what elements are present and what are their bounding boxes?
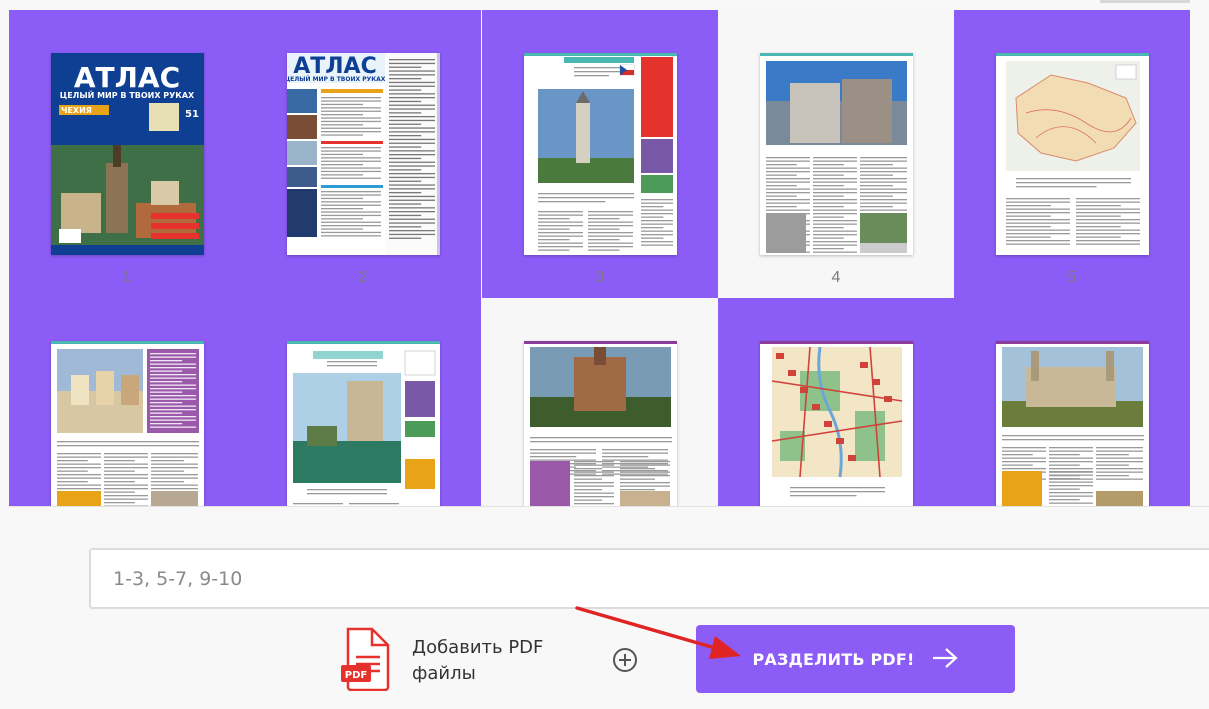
arrow-right-icon bbox=[931, 647, 959, 672]
pdf-badge-text: PDF bbox=[345, 670, 367, 681]
plus-circle-icon[interactable] bbox=[612, 647, 638, 677]
page-number-label: 4 bbox=[831, 269, 841, 286]
split-pdf-label: РАЗДЕЛИТЬ PDF! bbox=[752, 649, 915, 669]
page-preview-image bbox=[760, 53, 913, 255]
page-preview-image bbox=[996, 53, 1149, 255]
left-edge bbox=[0, 0, 9, 709]
page-thumbnail-10[interactable]: 10 bbox=[954, 298, 1190, 506]
split-pdf-button[interactable]: РАЗДЕЛИТЬ PDF! bbox=[696, 625, 1015, 693]
page-preview-image bbox=[996, 341, 1149, 506]
page-thumbnail-8[interactable]: 8 bbox=[482, 298, 718, 506]
page-preview-image: АТЛАС ЦЕЛЫЙ МИР В ТВОИХ РУКАХ ЧЕХИЯ 51 bbox=[51, 53, 204, 255]
page-thumbnail-6[interactable]: 6 bbox=[9, 298, 245, 506]
page-thumbnail-7[interactable]: 7 bbox=[245, 298, 481, 506]
page-number-label: 1 bbox=[122, 269, 132, 286]
page-preview-image bbox=[760, 341, 913, 506]
page-thumbnail-9[interactable]: 9 bbox=[718, 298, 954, 506]
page-preview-image bbox=[287, 341, 440, 506]
page-thumbnail-grid: АТЛАС ЦЕЛЫЙ МИР В ТВОИХ РУКАХ ЧЕХИЯ 51 1 АТЛА… bbox=[9, 10, 1190, 506]
split-pdf-page: { "pages": [ {"number": "1", "selected":… bbox=[0, 0, 1209, 709]
page-preview-image bbox=[51, 341, 204, 506]
page-number-label: 2 bbox=[358, 269, 368, 286]
add-pdf-label: Добавить PDF файлы bbox=[412, 637, 544, 684]
page-preview-image bbox=[524, 53, 677, 255]
svg-text:ЦЕЛЫЙ МИР В ТВОИХ РУКАХ: ЦЕЛЫЙ МИР В ТВОИХ РУКАХ bbox=[287, 75, 386, 83]
page-number-label: 3 bbox=[595, 269, 605, 286]
page-number-label: 5 bbox=[1067, 269, 1077, 286]
add-pdf-files-button[interactable]: PDF Добавить PDF файлы bbox=[340, 627, 562, 695]
cover-title: АТЛАС bbox=[74, 61, 180, 94]
page-thumbnail-2[interactable]: АТЛАС ЦЕЛЫЙ МИР В ТВОИХ РУКАХ 2 bbox=[245, 10, 481, 298]
page-thumbnail-1[interactable]: АТЛАС ЦЕЛЫЙ МИР В ТВОИХ РУКАХ ЧЕХИЯ 51 1 bbox=[9, 10, 245, 298]
top-scroll-fragment bbox=[1100, 0, 1190, 3]
page-range-input[interactable] bbox=[89, 548, 1209, 609]
cover-subtitle: ЦЕЛЫЙ МИР В ТВОИХ РУКАХ bbox=[60, 89, 195, 100]
cover-country: ЧЕХИЯ bbox=[61, 106, 92, 115]
pdf-file-icon: PDF bbox=[340, 627, 392, 695]
cover-issue: 51 bbox=[185, 109, 199, 120]
page-thumbnail-3[interactable]: 3 bbox=[482, 10, 718, 298]
page-preview-image bbox=[524, 341, 677, 506]
page-thumbnail-4[interactable]: 4 bbox=[718, 10, 954, 298]
page-thumbnail-5[interactable]: 5 bbox=[954, 10, 1190, 298]
page-preview-image: АТЛАС ЦЕЛЫЙ МИР В ТВОИХ РУКАХ bbox=[287, 53, 440, 255]
